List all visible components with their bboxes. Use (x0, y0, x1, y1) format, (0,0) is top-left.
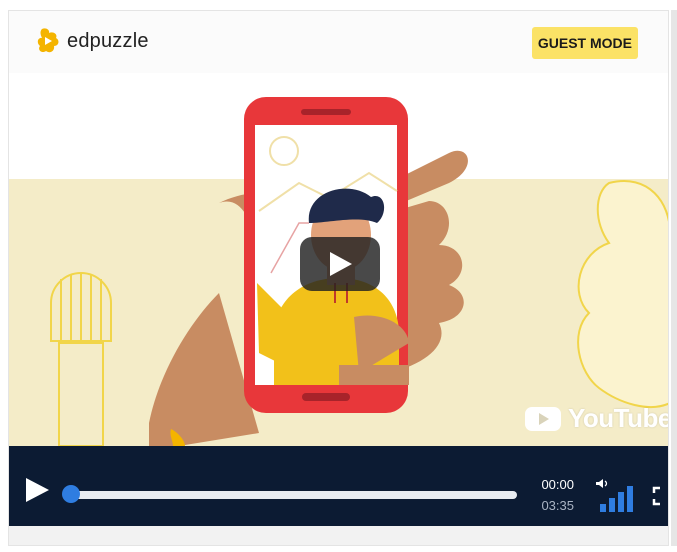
play-button[interactable] (23, 476, 51, 509)
logo-text: edpuzzle (67, 29, 149, 52)
header: edpuzzle GUEST MODE (9, 11, 668, 73)
youtube-watermark[interactable]: YouTube (524, 403, 669, 434)
current-time: 00:00 (541, 477, 574, 492)
video-area[interactable]: YouTube (9, 73, 669, 446)
center-play-button[interactable] (300, 237, 380, 291)
footer-strip (9, 526, 668, 545)
volume-control[interactable] (594, 478, 636, 519)
youtube-icon (525, 406, 561, 431)
guest-mode-badge[interactable]: GUEST MODE (531, 27, 638, 59)
fullscreen-icon (652, 486, 660, 506)
player-controls: 00:00 03:35 (9, 446, 668, 526)
play-icon (26, 478, 49, 502)
total-time: 03:35 (541, 498, 574, 513)
puzzle-logo-icon (37, 28, 59, 53)
progress-thumb[interactable] (62, 485, 80, 503)
youtube-watermark-text: YouTube (568, 403, 669, 433)
scrollbar[interactable] (671, 10, 677, 546)
edpuzzle-logo[interactable]: edpuzzle (37, 27, 149, 55)
player-frame: edpuzzle GUEST MODE YouTube 00:00 03:35 (8, 10, 669, 546)
volume-icon (596, 479, 633, 512)
fullscreen-button[interactable] (652, 486, 668, 511)
progress-bar[interactable] (69, 491, 517, 499)
play-icon (330, 252, 352, 276)
time-display: 00:00 03:35 (541, 477, 574, 515)
